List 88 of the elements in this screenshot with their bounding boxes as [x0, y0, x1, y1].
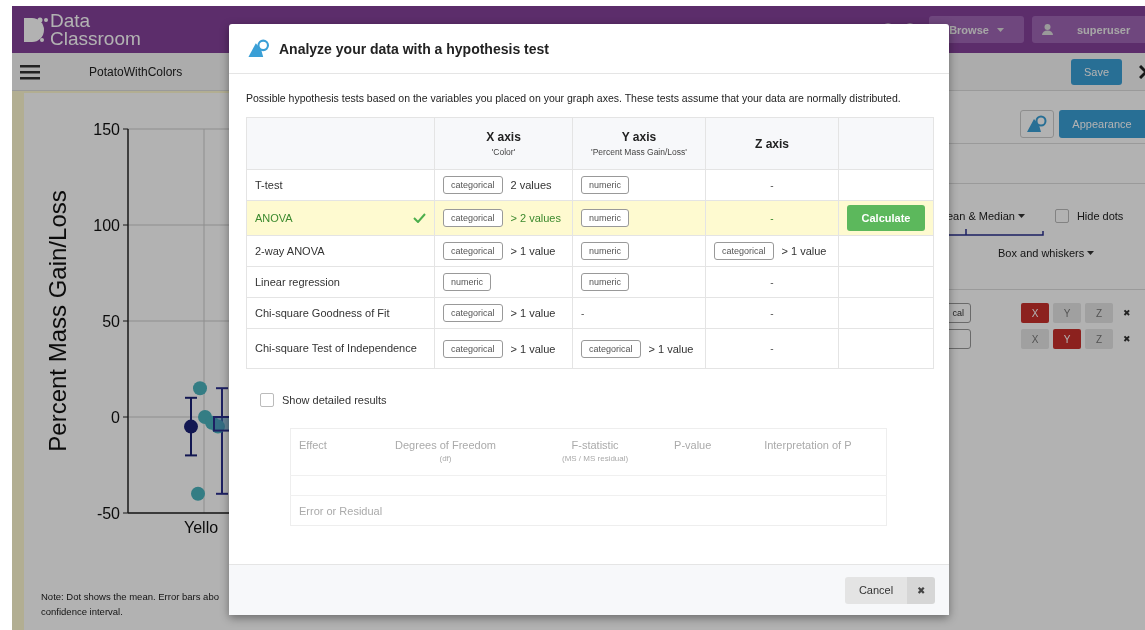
- test-name: T-test: [255, 177, 283, 193]
- chart-note: confidence interval.: [41, 605, 124, 619]
- caret-icon: [1087, 251, 1095, 255]
- type-tag: categorical: [443, 339, 503, 358]
- type-tag: numeric: [581, 176, 629, 194]
- logo-icon: [22, 15, 48, 44]
- logo-text: Data: [50, 11, 92, 30]
- dialog-description: Possible hypothesis tests based on the variables you placed on your graph axes. These tests assume that your data are normally distributed.: [246, 92, 902, 104]
- value-condition: > 1 value: [781, 245, 827, 257]
- type-tag: categorical: [581, 339, 641, 358]
- tick-label: -50: [96, 505, 120, 522]
- type-tag: categorical: [443, 176, 503, 194]
- type-tag: numeric: [581, 242, 629, 260]
- test-name: Chi-square Test of Independence: [255, 341, 417, 356]
- plot-type-dropdown[interactable]: Box and whiskers: [998, 247, 1145, 259]
- value-condition: > 1 value: [510, 342, 556, 355]
- document-name: PotatoWithColors: [89, 64, 183, 79]
- checkbox-label: Show detailed results: [282, 394, 387, 406]
- test-row[interactable]: ANOVA categorical > 2 values numeric - Calculate: [246, 200, 934, 236]
- value-condition: > 2 values: [510, 212, 561, 224]
- column-header: Z axis: [754, 136, 790, 151]
- type-tag: categorical: [714, 242, 774, 260]
- not-applicable-text: -: [770, 179, 774, 191]
- test-row[interactable]: 2-way ANOVA categorical > 1 value numeric categorical > 1 value: [246, 235, 934, 267]
- not-applicable-text: -: [770, 276, 774, 288]
- type-tag: categorical: [443, 242, 503, 260]
- test-row[interactable]: Linear regression numeric numeric -: [246, 266, 934, 298]
- column-header: Effect: [299, 439, 328, 451]
- column-header: Degrees of Freedom: [394, 439, 497, 451]
- column-subheader: 'Percent Mass Gain/Loss': [590, 147, 688, 157]
- dialog-title: Analyze your data with a hypothesis test: [279, 40, 549, 57]
- test-row[interactable]: Chi-square Goodness of Fit categorical > 1 value - -: [246, 297, 934, 329]
- column-header: Y axis: [620, 130, 658, 144]
- not-applicable-text: -: [770, 212, 774, 224]
- column-subheader: (MS / MS residual): [560, 454, 630, 463]
- error-bar: [184, 396, 198, 457]
- checkbox[interactable]: [1054, 209, 1069, 223]
- data-point: [211, 419, 225, 434]
- column-header: Interpretation of P: [763, 439, 853, 451]
- cancel-button[interactable]: Cancel: [845, 576, 907, 604]
- column-subheader: 'Color': [490, 147, 517, 157]
- test-row[interactable]: T-test categorical 2 values numeric -: [246, 169, 934, 201]
- axis-toggle[interactable]: Y: [1053, 329, 1081, 349]
- logo-text: Classroom: [50, 29, 141, 48]
- type-tag: categorical: [443, 209, 503, 227]
- caret-icon: [1017, 214, 1025, 218]
- caret-icon: [996, 27, 1004, 32]
- remove-button[interactable]: ✖: [1123, 334, 1131, 344]
- type-tag: categorical: [443, 304, 503, 322]
- test-row[interactable]: Chi-square Test of Independence categorical > 1 value categorical > 1 value -: [246, 328, 934, 369]
- user-icon: [1042, 24, 1053, 35]
- close-button[interactable]: ✖: [907, 576, 935, 604]
- menu-icon[interactable]: [20, 63, 40, 80]
- axis-title: Percent Mass Gain/Loss: [44, 190, 71, 452]
- checkbox-label: Hide dots: [1076, 210, 1124, 222]
- not-applicable-text: -: [581, 307, 585, 319]
- remove-button[interactable]: ✖: [1123, 308, 1131, 318]
- column-header: F-statistic: [570, 439, 620, 451]
- column-header: P-value: [673, 439, 713, 451]
- data-point: [191, 486, 205, 501]
- not-applicable-text: -: [770, 343, 774, 354]
- tick-label: 0: [111, 409, 120, 426]
- value-condition: 2 values: [510, 179, 552, 191]
- hypothesis-test-button[interactable]: [1020, 110, 1054, 138]
- test-name: Chi-square Goodness of Fit: [255, 305, 390, 321]
- not-applicable-text: -: [770, 307, 774, 319]
- type-tag: numeric: [443, 273, 491, 291]
- category-label: Yello: [184, 519, 219, 536]
- test-name: Linear regression: [255, 274, 340, 290]
- tick-label: 100: [93, 217, 120, 234]
- data-point: [193, 381, 207, 396]
- column-header: X axis: [485, 130, 522, 144]
- chart-note: Note: Dot shows the mean. Error bars abo: [41, 590, 220, 604]
- mean-dot: [184, 419, 198, 434]
- checkbox[interactable]: [260, 393, 274, 407]
- tick-label: 50: [102, 313, 120, 330]
- tick-label: 150: [93, 121, 120, 138]
- value-condition: > 1 value: [510, 307, 556, 319]
- effect-label: Error or Residual: [299, 504, 383, 517]
- column-subheader: (df): [438, 454, 453, 463]
- value-condition: > 1 value: [510, 245, 556, 257]
- check-icon: [413, 213, 426, 223]
- type-tag: numeric: [581, 273, 629, 291]
- test-name: 2-way ANOVA: [255, 243, 325, 259]
- value-condition: > 1 value: [648, 342, 694, 355]
- test-name: ANOVA: [255, 210, 293, 226]
- axis-toggle[interactable]: X: [1021, 303, 1049, 323]
- type-tag: numeric: [581, 209, 629, 227]
